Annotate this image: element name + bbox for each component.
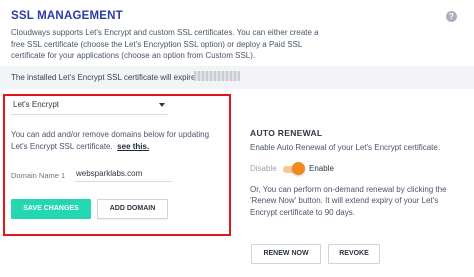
redacted-date [194,71,240,81]
see-this-link[interactable]: see this. [117,142,149,151]
question-circle-icon[interactable]: ? [446,11,457,22]
add-domain-button[interactable]: ADD DOMAIN [97,199,168,219]
certificate-type-value: Let's Encrypt [13,100,59,109]
auto-renewal-title: AUTO RENEWAL [250,128,323,138]
auto-renewal-description: Enable Auto Renewal of your Let's Encryp… [250,143,441,152]
chevron-down-icon[interactable] [159,103,165,107]
on-demand-renewal-text: Or, You can perform on-demand renewal by… [250,185,447,217]
toggle-enable-label: Enable [309,164,334,173]
expiry-text: The installed Let's Encrypt SSL certific… [11,73,207,82]
domain-name-input[interactable]: websparklabs.com [75,165,172,182]
save-changes-button[interactable]: SAVE CHANGES [11,199,91,219]
toggle-disable-label: Disable [250,164,277,173]
renew-now-button[interactable]: RENEW NOW [251,244,321,264]
toggle-knob[interactable] [292,162,305,175]
domain-info-body: You can add and/or remove domains below … [11,130,210,151]
domain-info-text: You can add and/or remove domains below … [11,129,216,152]
ssl-description: Cloudways supports Let's Encrypt and cus… [11,28,319,60]
domain-name-label: Domain Name 1 [11,171,66,180]
revoke-button[interactable]: REVOKE [328,244,380,264]
page-title: SSL MANAGEMENT [11,10,123,22]
